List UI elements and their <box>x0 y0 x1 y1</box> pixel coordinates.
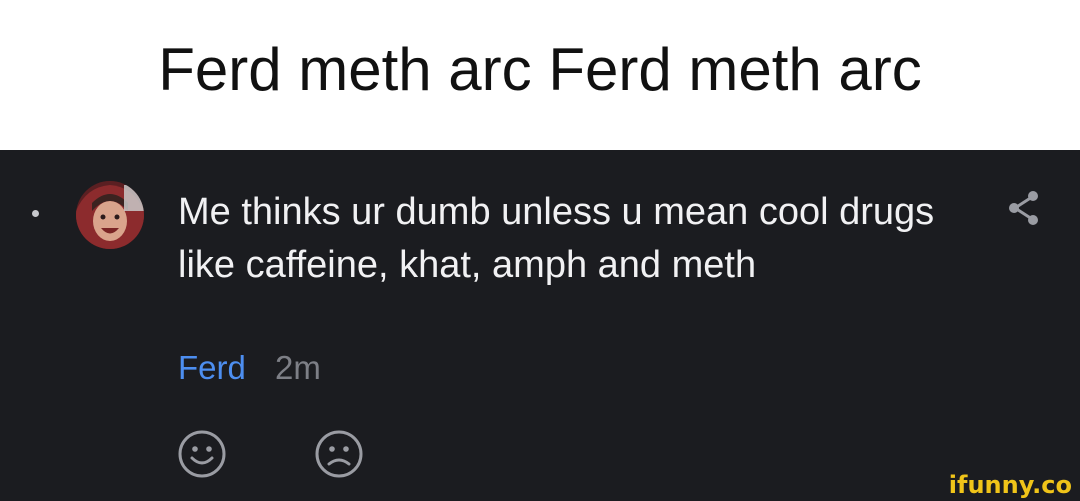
smiley-face-icon <box>178 430 226 478</box>
frown-reaction-button[interactable] <box>314 429 364 479</box>
meme-caption: Ferd meth arc Ferd meth arc <box>0 0 1080 150</box>
comment-panel: Me thinks ur dumb unless u mean cool dru… <box>0 150 1080 501</box>
share-icon <box>1009 191 1038 225</box>
smile-reaction-button[interactable] <box>177 429 227 479</box>
sad-face-icon <box>315 430 363 478</box>
comment-meta: Ferd 2m <box>178 348 321 388</box>
avatar-image <box>76 181 144 249</box>
user-avatar[interactable] <box>76 181 144 249</box>
thread-bullet-icon <box>32 210 39 217</box>
comment-username[interactable]: Ferd <box>178 349 246 386</box>
comment-text: Me thinks ur dumb unless u mean cool dru… <box>178 191 935 286</box>
share-button[interactable] <box>1004 188 1044 228</box>
caption-text: Ferd meth arc Ferd meth arc <box>158 35 922 103</box>
ifunny-watermark: ifunny.co <box>948 471 1072 499</box>
comment-timestamp: 2m <box>275 349 321 386</box>
